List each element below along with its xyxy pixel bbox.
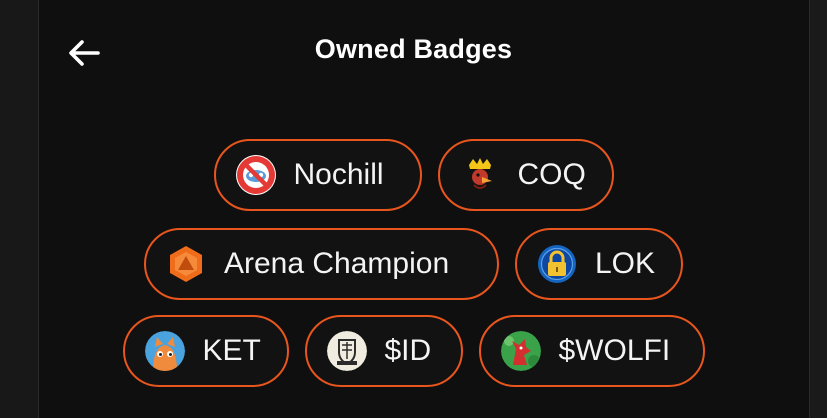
wolfi-red-wolf-icon [500,331,541,371]
badge-id[interactable]: $ID [304,315,463,387]
ket-mascot-icon [144,331,185,371]
badge-nochill[interactable]: Nochill [213,139,422,211]
badge-row-1: Nochill COQ [0,139,827,211]
badge-label: KET [202,334,261,367]
id-shield-logo-icon [326,331,367,371]
page-title: Owned Badges [314,34,513,64]
badge-lok[interactable]: LOK [515,228,683,300]
badge-row-3: KET $ID $WOLFI [0,315,827,387]
badge-coq[interactable]: COQ [437,139,614,211]
badge-wolfi[interactable]: $WOLFI [478,315,705,387]
badge-label: LOK [595,247,656,280]
badge-arena-champion[interactable]: Arena Champion [144,228,499,300]
badge-label: Nochill [293,158,384,191]
badge-label: $ID [384,334,432,367]
nochill-logo-icon [235,155,276,195]
badge-label: COQ [517,158,586,191]
padlock-icon [537,244,577,284]
badge-row-2: Arena Champion LOK [0,228,827,300]
badge-ket[interactable]: KET [122,315,289,387]
arena-hexagon-icon [166,244,206,284]
badge-label: $WOLFI [558,334,671,367]
crown-rooster-icon [460,155,500,195]
badge-label: Arena Champion [224,247,450,280]
